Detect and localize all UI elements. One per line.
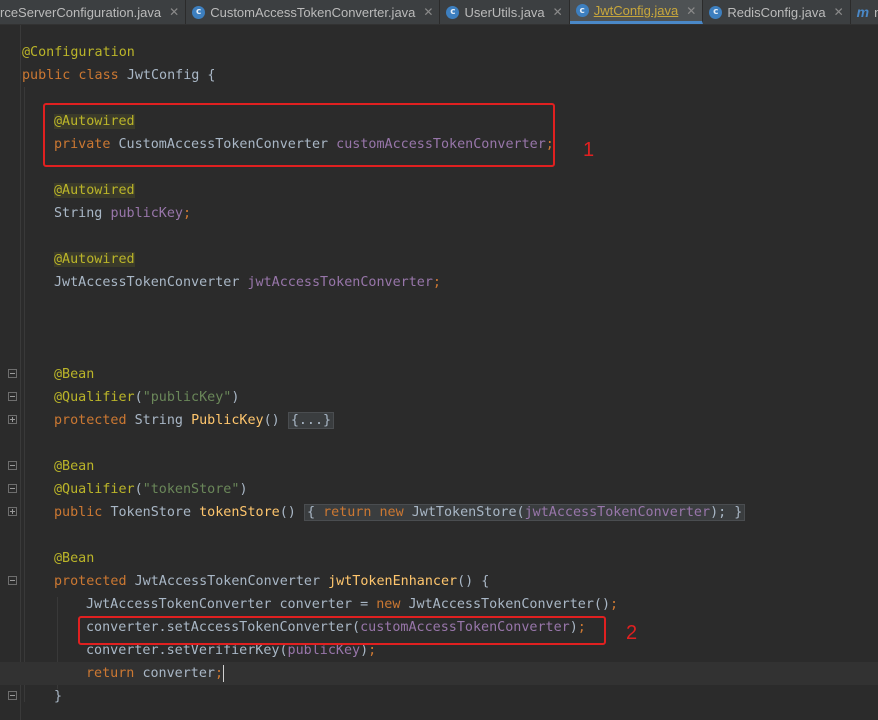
text-caret [223,664,225,682]
tab-label: CustomAccessTokenConverter.java [210,4,416,20]
fold-collapse-icon[interactable] [8,392,17,401]
fold-expand-icon[interactable] [8,507,17,516]
current-line: return converter; [0,662,878,685]
class-icon: c [575,4,589,17]
code-line: @Configuration [22,45,135,60]
folded-region[interactable]: {...} [287,412,335,429]
code-line: JwtAccessTokenConverter converter = new … [86,597,619,612]
class-icon: c [446,5,460,19]
highlight-box-2 [78,616,606,645]
marker-label-1: 1 [583,139,595,161]
code-line: @Bean [54,459,95,474]
code-line: protected String PublicKey() {...} [54,409,335,432]
tab-label: rceServerConfiguration.java [0,4,162,20]
tab-label: UserUtils.java [464,4,545,20]
close-icon[interactable]: ✕ [423,5,433,19]
fold-collapse-icon[interactable] [8,461,17,470]
code-line: @Bean [54,551,95,566]
code-line: @Bean [54,367,95,382]
tab-label: no [874,5,878,20]
close-icon[interactable]: ✕ [834,5,844,19]
tab-more[interactable]: m no [851,0,878,24]
gutter-divider [20,25,21,720]
fold-expand-icon[interactable] [8,415,17,424]
tab-jwt-config[interactable]: c JwtConfig.java ✕ [569,0,704,24]
fold-collapse-icon[interactable] [8,691,17,700]
tab-label: RedisConfig.java [727,4,826,20]
code-line: @Qualifier("publicKey") [54,390,240,405]
fold-collapse-icon[interactable] [8,484,17,493]
code-line: @Autowired [54,252,135,267]
close-icon[interactable]: ✕ [169,5,179,19]
tab-resource-server-configuration[interactable]: rceServerConfiguration.java ✕ [0,0,187,24]
marker-label-2: 2 [626,622,638,644]
m-icon: m [856,4,870,20]
code-line: public TokenStore tokenStore() { return … [54,501,746,524]
folded-region[interactable]: { return new JwtTokenStore(jwtAccessToke… [303,504,746,521]
indent-guide [24,87,25,702]
code-line: @Qualifier("tokenStore") [54,482,248,497]
highlight-box-1 [43,103,555,167]
code-editor[interactable]: @Configuration public class JwtConfig { … [0,25,878,720]
fold-collapse-icon[interactable] [8,369,17,378]
class-icon: c [192,5,206,19]
code-line: public class JwtConfig { [22,68,216,83]
tab-label: JwtConfig.java [593,3,679,18]
editor-tab-bar: rceServerConfiguration.java ✕ c CustomAc… [0,0,878,25]
code-line: } [54,689,63,704]
code-line: @Autowired [54,183,135,198]
code-line: JwtAccessTokenConverter jwtAccessTokenCo… [54,275,441,290]
code-line: String publicKey; [54,206,192,221]
close-icon[interactable]: ✕ [553,5,563,19]
close-icon[interactable]: ✕ [686,4,696,18]
tab-user-utils[interactable]: c UserUtils.java ✕ [440,0,570,24]
tab-redis-config[interactable]: c RedisConfig.java ✕ [703,0,851,24]
fold-collapse-icon[interactable] [8,576,17,585]
class-icon: c [709,5,723,19]
code-line: protected JwtAccessTokenConverter jwtTok… [54,574,490,589]
tab-custom-access-token-converter[interactable]: c CustomAccessTokenConverter.java ✕ [186,0,441,24]
